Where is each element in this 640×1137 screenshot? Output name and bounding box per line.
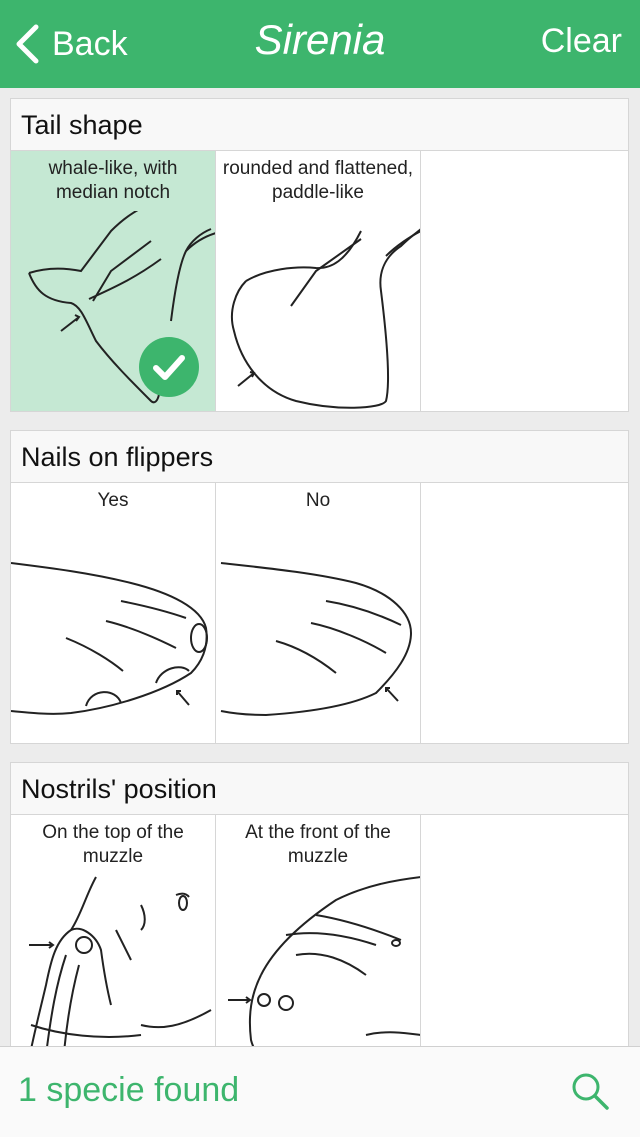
section-tail-shape: Tail shape whale-like, with median notch bbox=[10, 98, 629, 412]
option-nails-no[interactable]: No bbox=[216, 483, 421, 743]
nostrils-top-illustration bbox=[29, 876, 212, 1046]
option-nostrils-front[interactable]: At the front of the muzzle bbox=[216, 815, 421, 1046]
search-icon bbox=[572, 1073, 609, 1110]
section-title: Tail shape bbox=[11, 99, 628, 151]
option-label: On the top of the muzzle bbox=[42, 822, 184, 867]
section-nails-on-flippers: Nails on flippers Yes No bbox=[10, 430, 629, 744]
section-title: Nails on flippers bbox=[11, 431, 628, 483]
section-nostrils-position: Nostrils' position On the top of the muz… bbox=[10, 762, 629, 1046]
flipper-with-nails-illustration bbox=[11, 562, 208, 715]
option-label: At the front of the muzzle bbox=[245, 822, 391, 867]
option-label: rounded and flattened, paddle-like bbox=[222, 158, 414, 203]
option-paddle-tail[interactable]: rounded and flattened, paddle-like bbox=[216, 151, 421, 411]
nav-bar: Back Sirenia Clear bbox=[0, 0, 640, 88]
chevron-left-icon bbox=[16, 24, 39, 64]
section-title: Nostrils' position bbox=[11, 763, 628, 815]
search-button[interactable] bbox=[570, 1071, 610, 1111]
back-label: Back bbox=[52, 24, 128, 63]
option-nails-yes[interactable]: Yes bbox=[11, 483, 216, 743]
results-count: 1 specie found bbox=[18, 1071, 240, 1109]
back-button[interactable]: Back bbox=[14, 20, 128, 68]
option-nostrils-top[interactable]: On the top of the muzzle bbox=[11, 815, 216, 1046]
checkmark-icon bbox=[139, 337, 199, 397]
option-label: whale-like, with median notch bbox=[48, 158, 178, 203]
criteria-list[interactable]: Tail shape whale-like, with median notch bbox=[0, 88, 640, 1046]
paddle-tail-illustration bbox=[230, 228, 420, 409]
option-whale-like-tail[interactable]: whale-like, with median notch bbox=[11, 151, 216, 411]
bottom-bar: 1 specie found bbox=[0, 1046, 640, 1137]
option-label: Yes bbox=[97, 490, 129, 511]
nostrils-front-illustration bbox=[228, 876, 420, 1046]
clear-button[interactable]: Clear bbox=[541, 22, 622, 61]
option-label: No bbox=[305, 490, 331, 511]
flipper-without-nails-illustration bbox=[220, 562, 413, 717]
